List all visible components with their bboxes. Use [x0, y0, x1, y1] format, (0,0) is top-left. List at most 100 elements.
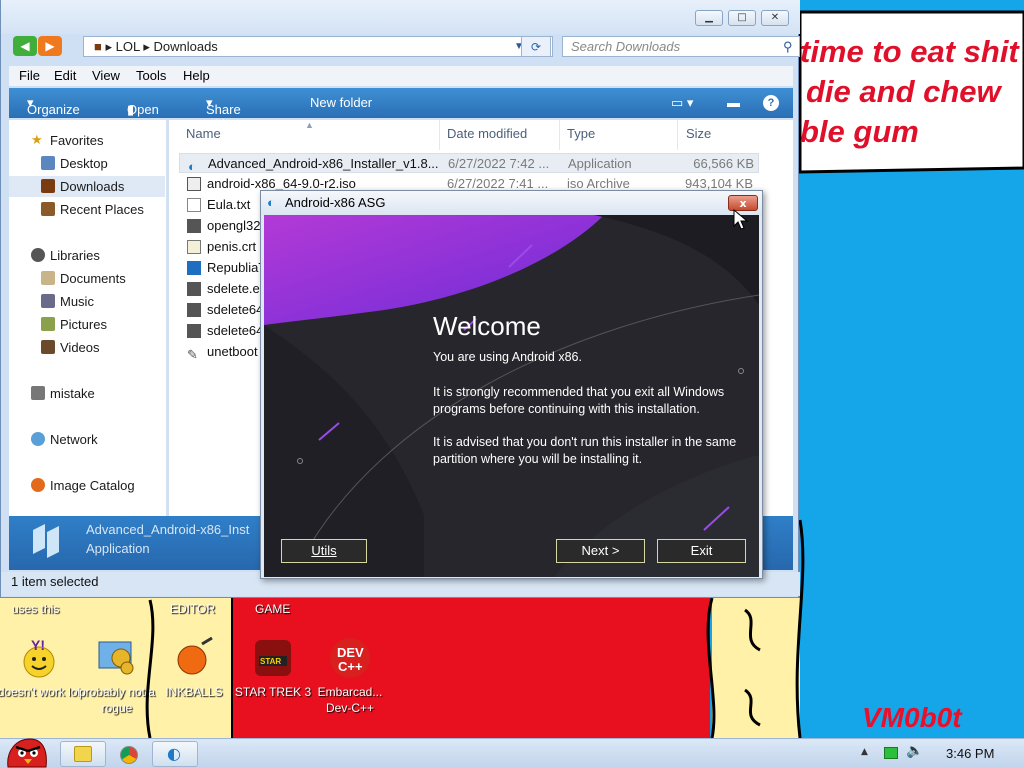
minimize-button[interactable]: ▁	[695, 10, 723, 26]
iso-archive-icon	[187, 177, 201, 191]
back-button[interactable]: ◀	[13, 36, 37, 56]
search-placeholder: Search Downloads	[571, 39, 681, 54]
utils-button[interactable]: Utils	[281, 539, 367, 563]
dialog-paragraph-2: It is strongly recommended that you exit…	[433, 385, 725, 416]
nav-documents[interactable]: Documents	[9, 268, 165, 289]
organize-button[interactable]: Organize ▾	[27, 95, 80, 117]
change-view-icon[interactable]: ▭ ▾	[671, 95, 693, 111]
nav-network-label: Network	[50, 432, 98, 447]
dialog-title: Android-x86 ASG	[285, 195, 386, 210]
taskbar: ◐ ▲ 🔈 3:46 PM	[0, 738, 1024, 768]
folder-icon: ■	[94, 39, 102, 54]
desktop-icon-star-trek[interactable]: STAR STAR TREK 3	[231, 636, 315, 700]
image-catalog-icon	[31, 478, 45, 492]
nav-desktop[interactable]: Desktop	[9, 153, 165, 174]
column-name[interactable]: Name	[186, 126, 221, 141]
nav-network[interactable]: Network	[9, 429, 165, 450]
exit-button[interactable]: Exit	[657, 539, 746, 563]
taskbar-explorer-button[interactable]	[60, 741, 106, 767]
documents-icon	[41, 271, 55, 285]
network-status-icon[interactable]	[884, 747, 898, 759]
nav-music[interactable]: Music	[9, 291, 165, 312]
desktop-icon-control-panel[interactable]: probably not a rogue	[75, 636, 159, 716]
nav-mistake[interactable]: mistake	[9, 383, 165, 404]
desktop-icon-yahoo-messenger[interactable]: Y! doesn't work lol	[0, 636, 81, 700]
taskbar-installer-button[interactable]: ◐	[152, 741, 198, 767]
menu-help[interactable]: Help	[183, 68, 210, 83]
menu-file[interactable]: File	[19, 68, 40, 83]
certificate-icon	[187, 240, 201, 254]
clock[interactable]: 3:46 PM	[946, 746, 994, 761]
dialog-body: Welcome You are using Android x86. It is…	[264, 215, 759, 577]
nav-downloads-label: Downloads	[60, 179, 125, 194]
desktop-icon-label: STAR TREK 3	[234, 685, 312, 699]
installer-icon: ◐	[167, 744, 181, 763]
new-folder-button[interactable]: New folder	[310, 95, 372, 110]
address-box[interactable]: ■ ▸ LOL ▸ Downloads ▼	[83, 36, 553, 57]
column-date-modified[interactable]: Date modified	[447, 126, 527, 141]
share-with-button[interactable]: Share with ▾	[206, 95, 241, 132]
installer-icon: ◐	[267, 195, 275, 210]
column-type[interactable]: Type	[567, 126, 595, 141]
desktop-icon-inkball[interactable]: INKBALLS	[152, 636, 236, 700]
nav-libraries[interactable]: Libraries	[9, 245, 165, 266]
details-file-type: Application	[86, 541, 150, 556]
nav-videos[interactable]: Videos	[9, 337, 165, 358]
explorer-title-bar[interactable]: ▁ □ ✕	[1, 0, 800, 34]
star-icon: ★	[31, 132, 43, 147]
preview-pane-icon[interactable]: ▬	[727, 95, 740, 110]
desktop-icon-label: INKBALLS	[165, 685, 223, 699]
dialog-title-bar[interactable]: ◐ Android-x86 ASG	[261, 191, 762, 215]
user-folder-icon	[31, 386, 45, 400]
column-size[interactable]: Size	[686, 126, 711, 141]
desktop-icon-dev-cpp[interactable]: DEV C++ Embarcad... Dev-C++	[308, 636, 392, 716]
menu-edit[interactable]: Edit	[54, 68, 76, 83]
search-input[interactable]: Search Downloads ⚲	[562, 36, 800, 57]
nav-videos-label: Videos	[60, 340, 100, 355]
start-button[interactable]	[2, 733, 52, 768]
command-bar: Organize ▾ ▮ Open Share with ▾ New folde…	[9, 88, 793, 132]
next-button[interactable]: Next >	[556, 539, 645, 563]
videos-icon	[41, 340, 55, 354]
desktop-icon-label: probably not a rogue	[78, 685, 156, 715]
file-name: sdelete.e	[207, 281, 260, 296]
installer-large-icon	[23, 522, 69, 564]
svg-text:STAR: STAR	[260, 657, 281, 666]
recent-places-icon	[41, 202, 55, 216]
taskbar-chrome-button[interactable]	[106, 741, 152, 767]
forward-button[interactable]: ▶	[38, 36, 62, 56]
downloads-icon	[41, 179, 55, 193]
maximize-button[interactable]: □	[728, 10, 756, 26]
organize-label: Organize	[27, 102, 80, 117]
svg-text:Y!: Y!	[31, 637, 45, 653]
file-name: penis.crt	[207, 239, 257, 254]
desktop-note-game: GAME	[255, 602, 291, 616]
menu-view[interactable]: View	[92, 68, 120, 83]
dialog-line-1: You are using Android x86.	[433, 350, 582, 364]
folder-icon	[74, 746, 92, 762]
nav-image-catalog[interactable]: Image Catalog	[9, 475, 165, 496]
breadcrumb-separator: ▸	[143, 39, 154, 54]
menu-bar: File Edit View Tools Help	[9, 66, 793, 86]
close-button[interactable]: ✕	[761, 10, 789, 26]
table-row[interactable]: ◐ Advanced_Android-x86_Installer_v1.8...…	[179, 153, 759, 174]
nav-favorites-label: Favorites	[50, 133, 104, 148]
welcome-heading: Welcome	[433, 311, 541, 341]
search-icon[interactable]: ⚲	[783, 37, 793, 56]
column-divider	[677, 120, 678, 150]
desktop-icon-label: Embarcad... Dev-C++	[317, 685, 383, 715]
help-icon[interactable]: ?	[763, 95, 779, 111]
desktop-note-editor: EDITOR	[170, 602, 216, 616]
show-hidden-icons-icon[interactable]: ▲	[861, 747, 868, 757]
dialog-paragraph-3: It is advised that you don't run this in…	[433, 435, 737, 466]
volume-icon[interactable]: 🔈	[906, 743, 923, 759]
nav-pictures[interactable]: Pictures	[9, 314, 165, 335]
menu-tools[interactable]: Tools	[136, 68, 166, 83]
yahoo-messenger-icon: Y!	[17, 636, 61, 680]
nav-favorites[interactable]: ★ Favorites	[9, 130, 165, 151]
breadcrumb-lol[interactable]: LOL	[116, 39, 140, 54]
breadcrumb-downloads[interactable]: Downloads	[153, 39, 217, 54]
nav-recent-places[interactable]: Recent Places	[9, 199, 165, 220]
refresh-icon[interactable]: ⟳	[521, 36, 551, 57]
nav-downloads[interactable]: Downloads	[9, 176, 165, 197]
